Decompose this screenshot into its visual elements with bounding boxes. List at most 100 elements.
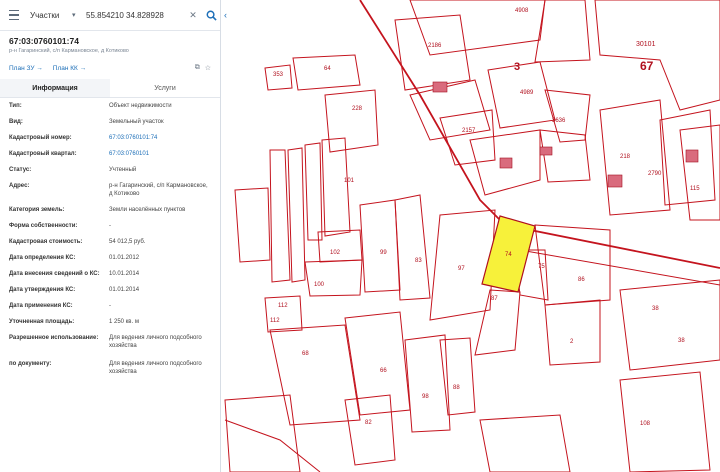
plan-kk-label: План КК [52,64,78,72]
arrow-right-icon: → [79,64,87,72]
search-bar: Участки ▾ ✕ [0,0,220,31]
info-row: Разрешенное использование: Для ведения ли… [0,334,220,350]
collapse-panel-button[interactable]: ‹ [221,6,230,24]
map-label: 67 [640,59,654,73]
info-row: Дата применения КС: - [0,302,220,310]
map-label: 3 [514,61,520,73]
map-label: 75 [538,264,545,270]
info-row-value: - [109,303,111,309]
info-row: Кадастровая стоимость: 54 012,5 руб. [0,238,220,246]
map-label: 112 [270,318,280,324]
building [539,146,553,156]
external-link-icon[interactable]: ⧉ [195,64,200,72]
info-row-key: Кадастровая стоимость: [9,239,83,245]
info-row-key: по документу: [9,361,52,367]
info-row-key: Дата применения КС: [9,303,73,309]
info-row-key: Кадастровый квартал: [9,151,77,157]
map-label: 101 [344,178,355,184]
map-label: 38 [652,306,659,312]
map-label: 30101 [636,41,656,48]
info-row-key: Разрешенное использование: [9,335,99,341]
map-label: 112 [278,303,288,309]
map-label: 38 [678,338,685,344]
info-row-key: Категория земель: [9,207,65,213]
info-row-value: 1 250 кв. м [109,319,139,325]
map-label: 353 [273,72,284,78]
info-row-value: Для ведения личного подсобного хозяйства [109,361,202,375]
info-row: Кадастровый номер: 67:03:0760101:74 [0,134,220,142]
info-row-value: Земельный участок [109,119,164,125]
map-label: 64 [324,66,331,72]
info-row-value: Земли населённых пунктов [109,207,186,213]
info-row-value[interactable]: 67:03:0760101 [109,150,211,158]
map-label: 4908 [515,8,529,14]
map-label: 4989 [520,90,534,96]
parcel-address: р-н Гагаринский, с/п Кармановское, д Кот… [9,48,129,54]
star-icon[interactable]: ☆ [205,64,211,72]
info-row: Вид: Земельный участок [0,118,220,126]
tab-services[interactable]: Услуги [110,79,220,97]
info-row-value: р-н Гагаринский, с/п Кармановское, д Кот… [109,183,208,197]
info-row-value: Учтенный [109,167,137,173]
map-label: 87 [491,296,498,302]
chevron-down-icon[interactable]: ▾ [72,11,84,19]
map-label: 83 [415,258,422,264]
info-row-key: Дата определения КС: [9,255,76,261]
map-label: 68 [302,351,309,357]
search-icon[interactable] [202,0,220,30]
info-row-value: 10.01.2014 [109,271,140,277]
info-row-key: Вид: [9,119,23,125]
arrow-right-icon: → [36,64,43,72]
map-label: 88 [453,385,460,391]
map-label: 108 [640,421,651,427]
map-label: 86 [578,277,585,283]
close-icon[interactable]: ✕ [184,0,202,30]
info-row: Адрес: р-н Гагаринский, с/п Кармановское,… [0,182,220,198]
info-row: Уточненная площадь: 1 250 кв. м [0,318,220,326]
map-label: 218 [620,154,631,160]
info-row: по документу: Для ведения личного подсобн… [0,360,220,376]
info-row: Дата определения КС: 01.01.2012 [0,254,220,262]
building [685,149,699,163]
info-row-key: Тип: [9,103,22,109]
plan-kk-link[interactable]: План КК → [53,65,86,72]
info-row-key: Дата внесения сведений о КС: [9,271,100,277]
info-row-value[interactable]: 67:03:0760101:74 [109,134,211,142]
map-label: 115 [690,186,700,192]
info-row-value: Для ведения личного подсобного хозяйства [109,335,202,349]
map-label: 2157 [462,128,476,134]
info-row: Дата утверждения КС: 01.01.2014 [0,286,220,294]
map-label: 97 [458,266,465,272]
info-row: Статус: Учтенный [0,166,220,174]
map-label: 82 [365,420,372,426]
map-label: 66 [380,368,387,374]
info-row-key: Кадастровый номер: [9,135,72,141]
map-label: 2186 [428,43,442,49]
info-row-value: 01.01.2014 [109,287,140,293]
map-label: 102 [330,250,341,256]
info-row-key: Уточненная площадь: [9,319,75,325]
info-row-key: Адрес: [9,183,30,189]
info-row-value: Объект недвижимости [109,103,172,109]
info-row-key: Статус: [9,167,32,173]
menu-icon[interactable] [0,0,28,30]
plan-zu-link[interactable]: План ЗУ → [9,65,43,72]
info-row: Дата внесения сведений о КС: 10.01.2014 [0,270,220,278]
search-type-select[interactable]: Участки [28,11,72,20]
info-rows: Тип: Объект недвижимости Вид: Земельный уча… [0,98,220,404]
plan-zu-label: План ЗУ [9,64,35,72]
info-row-key: Форма собственности: [9,223,78,229]
map-label: 3636 [552,118,566,124]
info-row-value: 54 012,5 руб. [109,239,146,245]
building [607,174,623,188]
info-row-value: 01.01.2012 [109,255,140,261]
info-row-key: Дата утверждения КС: [9,287,76,293]
info-panel: Участки ▾ ✕ 67:03:0760101:74 р-н Гагарин… [0,0,221,472]
tab-info[interactable]: Информация [0,79,110,97]
map-label: 2790 [648,171,662,177]
info-row: Категория земель: Земли населённых пункто… [0,206,220,214]
search-input[interactable] [84,10,184,20]
info-row-value: - [109,223,111,229]
map-label: 98 [422,394,429,400]
chevron-left-icon: ‹ [224,10,227,20]
